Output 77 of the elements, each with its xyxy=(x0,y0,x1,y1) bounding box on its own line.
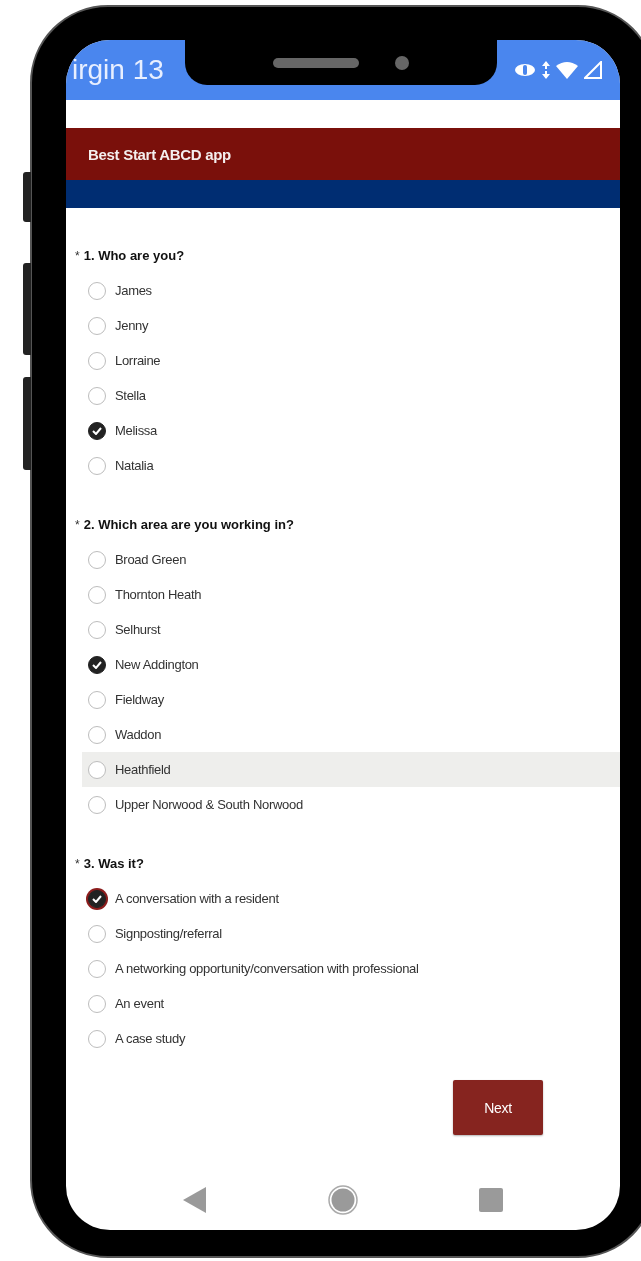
radio-button[interactable] xyxy=(88,550,106,569)
option-row[interactable]: James xyxy=(82,273,620,308)
option-row[interactable]: An event xyxy=(82,986,620,1021)
question-title: 1. Who are you? xyxy=(83,248,185,263)
question-title: 3. Was it? xyxy=(83,856,144,871)
next-button[interactable]: Next xyxy=(453,1080,543,1135)
option-row[interactable]: New Addington xyxy=(82,647,620,682)
radio-button[interactable] xyxy=(88,889,106,908)
option-row[interactable]: Stella xyxy=(82,378,620,413)
option-row[interactable]: Melissa xyxy=(82,413,620,448)
required-asterisk: * xyxy=(75,517,80,532)
required-asterisk: * xyxy=(75,248,80,263)
data-arrows-icon xyxy=(542,61,550,79)
radio-button[interactable] xyxy=(88,421,106,440)
option-row[interactable]: A networking opportunity/conversation with professional xyxy=(82,951,620,986)
option-row[interactable]: Thornton Heath xyxy=(82,577,620,612)
option-row[interactable]: Signposting/referral xyxy=(82,916,620,951)
option-row[interactable]: Natalia xyxy=(82,448,620,483)
option-label[interactable]: New Addington xyxy=(115,657,199,672)
option-label[interactable]: Selhurst xyxy=(115,622,161,637)
back-icon[interactable] xyxy=(182,1186,208,1214)
option-label[interactable]: An event xyxy=(115,996,164,1011)
carrier-text: irgin 13 xyxy=(72,54,164,86)
option-label[interactable]: A networking opportunity/conversation with professional xyxy=(115,961,419,976)
option-label[interactable]: Natalia xyxy=(115,458,154,473)
option-label[interactable]: Waddon xyxy=(115,727,162,742)
radio-button[interactable] xyxy=(88,959,106,978)
option-label[interactable]: Jenny xyxy=(115,318,149,333)
radio-button[interactable] xyxy=(88,386,106,405)
option-row[interactable]: Selhurst xyxy=(82,612,620,647)
option-label[interactable]: Signposting/referral xyxy=(115,926,222,941)
radio-button[interactable] xyxy=(88,351,106,370)
option-row[interactable]: A conversation with a resident xyxy=(82,881,620,916)
recents-icon[interactable] xyxy=(479,1188,503,1212)
home-icon[interactable] xyxy=(328,1185,358,1215)
radio-button[interactable] xyxy=(88,1029,106,1048)
option-row[interactable]: Lorraine xyxy=(82,343,620,378)
radio-button[interactable] xyxy=(88,760,106,779)
radio-button[interactable] xyxy=(88,795,106,814)
question-title: 2. Which area are you working in? xyxy=(83,517,294,532)
radio-button[interactable] xyxy=(88,456,106,475)
option-label[interactable]: Stella xyxy=(115,388,146,403)
option-label[interactable]: Lorraine xyxy=(115,353,161,368)
check-icon xyxy=(92,660,102,669)
option-row[interactable]: Jenny xyxy=(82,308,620,343)
option-label[interactable]: James xyxy=(115,283,152,298)
radio-button[interactable] xyxy=(88,725,106,744)
radio-button[interactable] xyxy=(88,994,106,1013)
radio-button[interactable] xyxy=(88,316,106,335)
option-row[interactable]: Fieldway xyxy=(82,682,620,717)
option-row[interactable]: A case study xyxy=(82,1021,620,1056)
eye-icon xyxy=(514,62,536,78)
check-icon xyxy=(92,426,102,435)
radio-button[interactable] xyxy=(88,924,106,943)
option-row[interactable]: Upper Norwood & South Norwood xyxy=(82,787,620,822)
option-label[interactable]: Heathfield xyxy=(115,762,171,777)
option-row[interactable]: Broad Green xyxy=(82,542,620,577)
option-label[interactable]: Thornton Heath xyxy=(115,587,202,602)
option-label[interactable]: Melissa xyxy=(115,423,157,438)
radio-button[interactable] xyxy=(88,281,106,300)
check-icon xyxy=(92,894,102,903)
signal-icon xyxy=(584,61,602,79)
radio-button[interactable] xyxy=(88,690,106,709)
option-label[interactable]: Upper Norwood & South Norwood xyxy=(115,797,303,812)
radio-button[interactable] xyxy=(88,655,106,674)
option-label[interactable]: Broad Green xyxy=(115,552,187,567)
app-title: Best Start ABCD app xyxy=(88,145,231,163)
radio-button[interactable] xyxy=(88,620,106,639)
camera-dot xyxy=(395,55,409,70)
option-label[interactable]: A case study xyxy=(115,1031,186,1046)
option-label[interactable]: A conversation with a resident xyxy=(115,891,279,906)
option-label[interactable]: Fieldway xyxy=(115,692,164,707)
radio-button[interactable] xyxy=(88,585,106,604)
wifi-icon xyxy=(556,61,578,79)
option-row[interactable]: Waddon xyxy=(82,717,620,752)
highlighted-row[interactable]: Heathfield xyxy=(82,752,620,787)
required-asterisk: * xyxy=(75,856,80,871)
